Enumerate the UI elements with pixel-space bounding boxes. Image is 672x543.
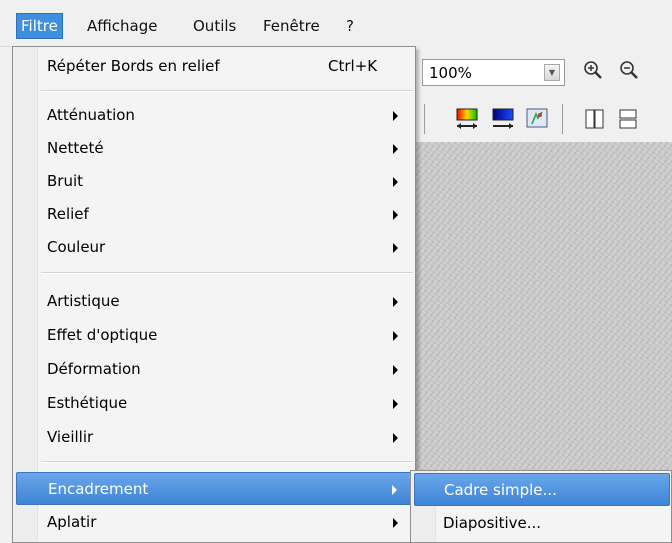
menu-item-attenuation[interactable]: Atténuation — [16, 99, 412, 132]
submenu-arrow-icon — [393, 144, 398, 154]
image-effect-icon[interactable] — [524, 106, 550, 132]
menu-item-label: Bruit — [47, 172, 84, 190]
menu-bar: Filtre Affichage Outils Fenêtre ? — [0, 0, 672, 47]
menu-item-label: Répéter Bords en relief — [47, 57, 220, 75]
submenu-arrow-icon — [393, 243, 398, 253]
menu-separator — [41, 272, 413, 274]
menu-item-deformation[interactable]: Déformation — [16, 353, 412, 386]
toolbar-separator — [424, 104, 425, 134]
menu-item-encadrement[interactable]: Encadrement — [16, 472, 412, 505]
zoom-out-icon[interactable] — [616, 58, 642, 84]
menu-item-label: Vieillir — [47, 428, 94, 446]
menu-item-label: Esthétique — [47, 394, 128, 412]
book-icon[interactable] — [582, 106, 608, 132]
submenu-arrow-icon — [393, 177, 398, 187]
submenu-item-diapositive[interactable]: Diapositive... — [414, 507, 670, 540]
zoom-select[interactable]: 100% ▼ — [422, 59, 565, 86]
monitor-icon[interactable] — [490, 106, 516, 132]
submenu-arrow-icon — [393, 433, 398, 443]
menu-item-vieillir[interactable]: Vieillir — [16, 421, 412, 454]
menu-separator — [41, 461, 413, 463]
menu-item-effet-optique[interactable]: Effet d'optique — [16, 319, 412, 352]
menu-affichage[interactable]: Affichage — [83, 14, 161, 38]
submenu-arrow-icon — [393, 365, 398, 375]
submenu-arrow-icon — [393, 331, 398, 341]
zoom-in-icon[interactable] — [580, 58, 606, 84]
zoom-toolbar: 100% ▼ — [410, 46, 672, 96]
menu-item-label: Effet d'optique — [47, 326, 158, 344]
menu-item-label: Diapositive... — [443, 514, 542, 532]
encadrement-submenu: Cadre simple... Diapositive... — [410, 470, 672, 543]
menu-item-couleur[interactable]: Couleur — [16, 231, 412, 264]
menu-item-repeat[interactable]: Répéter Bords en relief Ctrl+K — [16, 50, 412, 83]
filtre-dropdown-menu: Répéter Bords en relief Ctrl+K Atténuati… — [12, 46, 416, 543]
menu-fenetre[interactable]: Fenêtre — [259, 14, 324, 38]
menu-item-label: Aplatir — [47, 513, 97, 531]
submenu-item-cadre-simple[interactable]: Cadre simple... — [414, 473, 670, 506]
submenu-arrow-icon — [393, 399, 398, 409]
menu-help[interactable]: ? — [342, 14, 358, 38]
menu-item-label: Netteté — [47, 139, 104, 157]
menu-item-label: Cadre simple... — [444, 481, 557, 499]
toolbar-separator — [562, 104, 563, 134]
submenu-arrow-icon — [393, 297, 398, 307]
panel-icon[interactable] — [616, 106, 642, 132]
submenu-arrow-icon — [393, 111, 398, 121]
color-adjust-icon[interactable] — [454, 106, 480, 132]
chevron-down-icon[interactable]: ▼ — [544, 64, 560, 81]
menu-item-esthetique[interactable]: Esthétique — [16, 387, 412, 420]
menu-item-shortcut: Ctrl+K — [328, 57, 378, 75]
menu-item-label: Déformation — [47, 360, 141, 378]
effects-toolbar — [410, 96, 672, 143]
submenu-arrow-icon — [392, 485, 397, 495]
menu-item-nettete[interactable]: Netteté — [16, 132, 412, 165]
menu-item-label: Artistique — [47, 292, 120, 310]
menu-item-aplatir[interactable]: Aplatir — [16, 506, 412, 539]
zoom-value: 100% — [429, 64, 472, 82]
submenu-arrow-icon — [393, 210, 398, 220]
menu-separator — [41, 90, 413, 92]
menu-item-label: Atténuation — [47, 106, 135, 124]
menu-item-bruit[interactable]: Bruit — [16, 165, 412, 198]
menu-item-label: Relief — [47, 205, 89, 223]
menu-item-artistique[interactable]: Artistique — [16, 285, 412, 318]
menu-outils[interactable]: Outils — [189, 14, 240, 38]
submenu-arrow-icon — [393, 518, 398, 528]
menu-filtre[interactable]: Filtre — [16, 13, 63, 39]
menu-item-relief[interactable]: Relief — [16, 198, 412, 231]
menu-item-label: Encadrement — [48, 480, 149, 498]
menu-item-label: Couleur — [47, 238, 106, 256]
